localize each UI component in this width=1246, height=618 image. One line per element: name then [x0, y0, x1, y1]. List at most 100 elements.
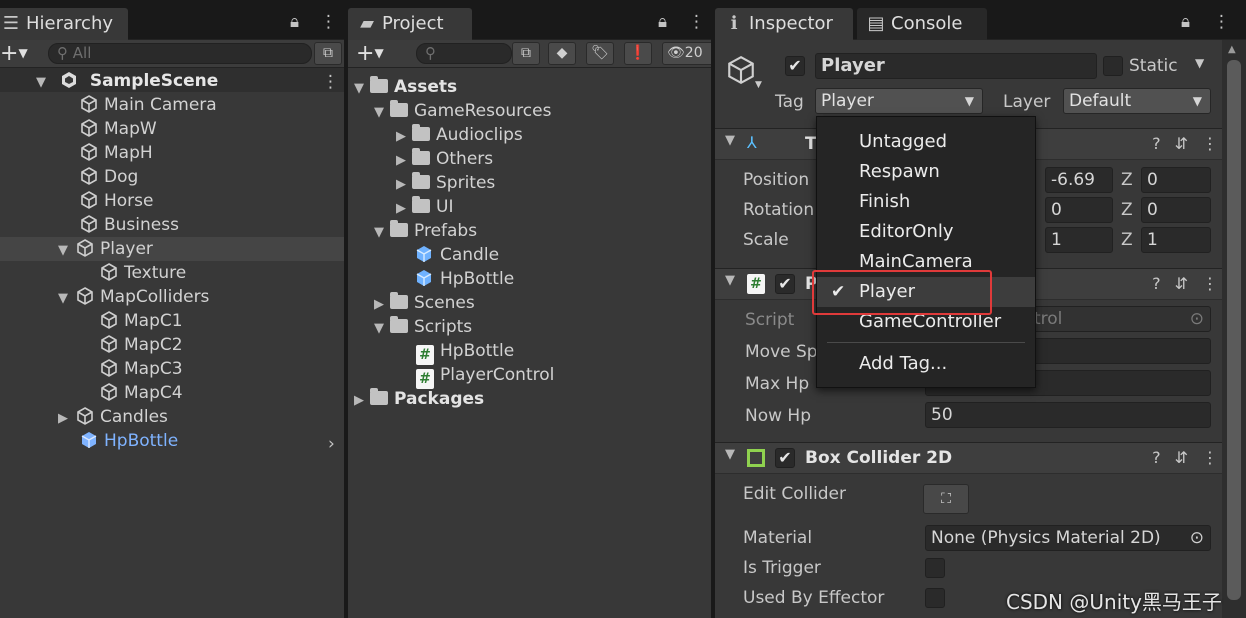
- tree-scripts[interactable]: ▼ Scripts: [374, 315, 472, 339]
- object-name-field[interactable]: Player: [815, 53, 1097, 79]
- list-item-horse[interactable]: Horse: [78, 189, 154, 213]
- position-y-field[interactable]: -6.69: [1045, 167, 1113, 193]
- static-dropdown-arrow-icon[interactable]: ▼: [1195, 56, 1204, 70]
- position-z-field[interactable]: 0: [1141, 167, 1211, 193]
- object-picker-icon[interactable]: ⊙: [1190, 526, 1204, 550]
- tree-ui[interactable]: ▶ UI: [396, 195, 453, 219]
- list-item-mapcolliders[interactable]: ▼ MapColliders: [58, 285, 209, 309]
- tree-hpbottle-script[interactable]: # HpBottle: [416, 339, 514, 365]
- menu-item-respawn[interactable]: Respawn: [817, 157, 1035, 187]
- hierarchy-search-input[interactable]: ⚲ All: [48, 43, 312, 64]
- hidden-packages-button[interactable]: 👁︎20: [662, 42, 711, 65]
- create-button[interactable]: +▼: [356, 40, 384, 67]
- list-item-mapc4[interactable]: MapC4: [98, 381, 183, 405]
- expand-arrow-icon[interactable]: ▼: [36, 71, 52, 95]
- warning-filter-button[interactable]: ❗: [624, 42, 652, 65]
- active-checkbox[interactable]: ✔: [785, 56, 805, 76]
- icon-dropdown-arrow-icon[interactable]: ▼: [755, 80, 762, 90]
- collapse-arrow-icon[interactable]: ▶: [354, 389, 370, 413]
- list-item-mapw[interactable]: MapW: [78, 117, 157, 141]
- list-item-maph[interactable]: MapH: [78, 141, 153, 165]
- kebab-menu-icon[interactable]: ⋮: [1213, 12, 1230, 32]
- scene-visibility-button[interactable]: ⧉: [314, 42, 342, 65]
- script-enabled-checkbox[interactable]: ✔: [775, 274, 795, 294]
- component-header-icons[interactable]: ?⇵⋮: [1152, 448, 1232, 467]
- tab-hierarchy[interactable]: ☰ Hierarchy: [0, 8, 128, 40]
- expand-arrow-icon[interactable]: ▼: [725, 273, 741, 288]
- layer-dropdown[interactable]: Default ▼: [1063, 88, 1211, 114]
- scrollbar-thumb[interactable]: [1227, 60, 1241, 600]
- menu-item-finish[interactable]: Finish: [817, 187, 1035, 217]
- scene-kebab-icon[interactable]: ⋮: [322, 72, 339, 92]
- chevron-right-icon[interactable]: ›: [328, 434, 335, 454]
- now-hp-field[interactable]: 50: [925, 402, 1211, 428]
- is-trigger-checkbox[interactable]: [925, 558, 945, 578]
- scale-z-field[interactable]: 1: [1141, 227, 1211, 253]
- tree-hpbottle-prefab[interactable]: HpBottle: [414, 267, 514, 291]
- used-by-effector-checkbox[interactable]: [925, 588, 945, 608]
- menu-item-add-tag[interactable]: Add Tag...: [817, 349, 1035, 379]
- tree-gameresources[interactable]: ▼ GameResources: [374, 99, 551, 123]
- collider-enabled-checkbox[interactable]: ✔: [775, 448, 795, 468]
- tag-dropdown[interactable]: Player ▼: [815, 88, 983, 114]
- static-checkbox[interactable]: [1103, 56, 1123, 76]
- rotation-y-field[interactable]: 0: [1045, 197, 1113, 223]
- list-item-business[interactable]: Business: [78, 213, 179, 237]
- list-item-dog[interactable]: Dog: [78, 165, 138, 189]
- tree-playercontrol-script[interactable]: # PlayerControl: [416, 363, 554, 389]
- filter-type-button[interactable]: ◆: [548, 42, 576, 65]
- collapse-arrow-icon[interactable]: ▶: [396, 197, 412, 221]
- menu-item-untagged[interactable]: Untagged: [817, 127, 1035, 157]
- expand-arrow-icon[interactable]: ▼: [725, 447, 741, 462]
- expand-arrow-icon[interactable]: ▼: [58, 239, 74, 263]
- expand-arrow-icon[interactable]: ▼: [725, 133, 741, 148]
- collapse-arrow-icon[interactable]: ▶: [58, 407, 74, 431]
- list-item-main-camera[interactable]: Main Camera: [78, 93, 217, 117]
- list-item-mapc1[interactable]: MapC1: [98, 309, 183, 333]
- scale-y-field[interactable]: 1: [1045, 227, 1113, 253]
- tab-inspector[interactable]: ℹ Inspector: [715, 8, 853, 40]
- expand-arrow-icon[interactable]: ▼: [374, 221, 390, 245]
- lock-icon[interactable]: 🔒︎: [290, 12, 299, 32]
- material-field[interactable]: None (Physics Material 2D) ⊙: [925, 525, 1211, 551]
- expand-arrow-icon[interactable]: ▼: [354, 77, 370, 101]
- tree-audioclips[interactable]: ▶ Audioclips: [396, 123, 523, 147]
- tree-scenes[interactable]: ▶ Scenes: [374, 291, 475, 315]
- menu-item-editoronly[interactable]: EditorOnly: [817, 217, 1035, 247]
- tree-prefabs[interactable]: ▼ Prefabs: [374, 219, 477, 243]
- tree-packages[interactable]: ▶ Packages: [354, 387, 484, 411]
- collapse-arrow-icon[interactable]: ▶: [374, 293, 390, 317]
- tree-assets[interactable]: ▼ Assets: [354, 75, 457, 99]
- kebab-menu-icon[interactable]: ⋮: [320, 12, 337, 32]
- list-item-mapc2[interactable]: MapC2: [98, 333, 183, 357]
- project-search-input[interactable]: ⚲: [416, 43, 512, 64]
- collapse-arrow-icon[interactable]: ▶: [396, 149, 412, 173]
- inspector-scrollbar[interactable]: ▲: [1222, 40, 1246, 618]
- expand-arrow-icon[interactable]: ▼: [374, 101, 390, 125]
- tab-console[interactable]: ▤ Console: [857, 8, 987, 40]
- tree-others[interactable]: ▶ Others: [396, 147, 493, 171]
- scroll-up-icon[interactable]: ▲: [1228, 44, 1236, 55]
- search-by-type-button[interactable]: ⧉: [512, 42, 540, 65]
- edit-collider-button[interactable]: ⛶: [923, 484, 969, 514]
- component-header-icons[interactable]: ?⇵⋮: [1152, 134, 1232, 153]
- list-item-candles[interactable]: ▶ Candles: [58, 405, 168, 429]
- expand-arrow-icon[interactable]: ▼: [374, 317, 390, 341]
- list-item-player[interactable]: ▼ Player: [58, 237, 153, 261]
- list-item-texture[interactable]: Texture: [98, 261, 186, 285]
- rotation-z-field[interactable]: 0: [1141, 197, 1211, 223]
- tree-candle-prefab[interactable]: Candle: [414, 243, 499, 267]
- lock-icon[interactable]: 🔒︎: [658, 12, 667, 32]
- box-collider-header[interactable]: ▼ ✔ Box Collider 2D ?⇵⋮: [715, 442, 1246, 474]
- create-button[interactable]: +▼: [0, 40, 28, 67]
- lock-icon[interactable]: 🔒︎: [1181, 12, 1190, 32]
- expand-arrow-icon[interactable]: ▼: [58, 287, 74, 311]
- collapse-arrow-icon[interactable]: ▶: [396, 173, 412, 197]
- kebab-menu-icon[interactable]: ⋮: [688, 12, 705, 32]
- collapse-arrow-icon[interactable]: ▶: [396, 125, 412, 149]
- tree-sprites[interactable]: ▶ Sprites: [396, 171, 495, 195]
- scene-row[interactable]: ▼ SampleScene: [36, 69, 336, 93]
- list-item-mapc3[interactable]: MapC3: [98, 357, 183, 381]
- filter-label-button[interactable]: 🏷︎: [586, 42, 614, 65]
- tab-project[interactable]: ▰ Project: [348, 8, 472, 40]
